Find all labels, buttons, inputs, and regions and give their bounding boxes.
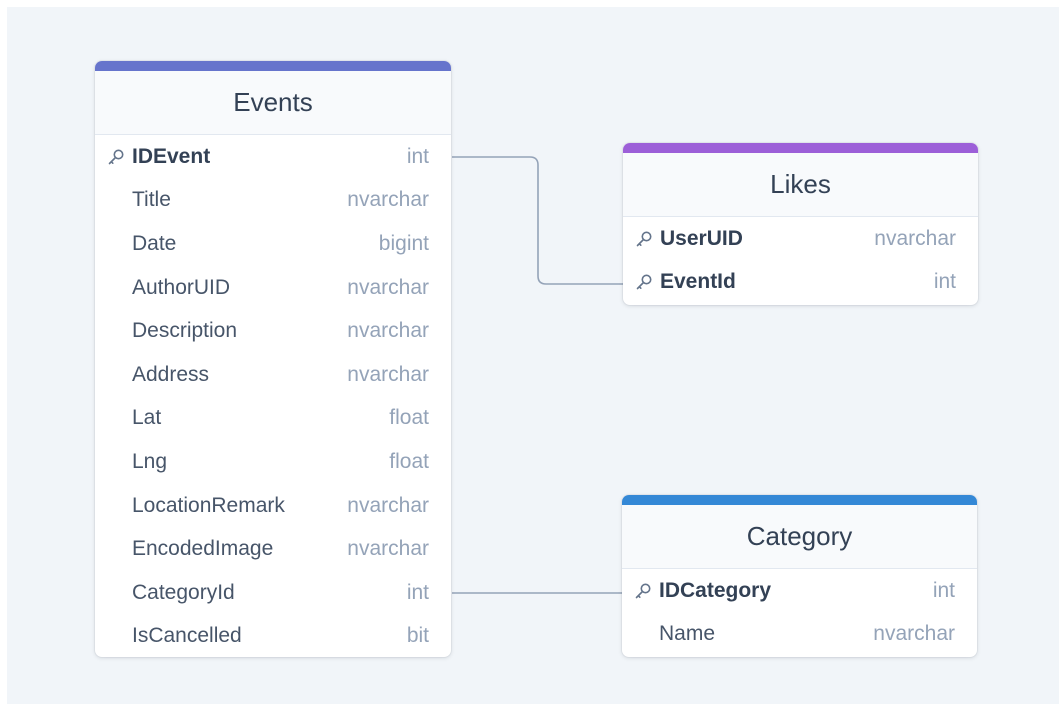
column-type: float [389,406,429,430]
column-name: Date [132,231,177,255]
column-name: AuthorUID [132,275,231,299]
column-row[interactable]: EncodedImage nvarchar [95,527,451,571]
key-icon [635,230,653,248]
column-row[interactable]: UserUID nvarchar [623,217,978,261]
column-type: nvarchar [347,275,429,299]
column-name: Lat [132,406,162,430]
column-type: int [406,580,429,604]
column-name: IDEvent [132,144,211,168]
column-type: nvarchar [347,319,429,343]
table-events[interactable]: Events IDEvent int Title nvarchar Date bigint… [95,61,451,657]
column-name: Description [132,319,238,343]
column-name: UserUID [660,226,743,250]
table-category-title: Category [746,521,853,551]
key-icon [635,273,653,291]
column-type: bigint [378,231,429,255]
column-row[interactable]: Lng float [95,440,451,484]
column-type: nvarchar [347,537,429,561]
column-row[interactable]: IDEvent int [95,135,451,179]
column-type: float [389,449,429,473]
column-name: EventId [660,270,736,294]
column-row[interactable]: IDCategory int [622,569,977,613]
column-name: Address [132,362,210,386]
table-likes-header[interactable]: Likes [623,153,978,217]
table-likes[interactable]: Likes UserUID nvarchar EventId int [623,143,978,305]
key-icon [634,582,652,600]
table-category-header[interactable]: Category [622,505,977,569]
table-events-accent [95,61,451,71]
column-name: EncodedImage [132,537,274,561]
column-row[interactable]: Name nvarchar [622,613,977,657]
table-likes-columns: UserUID nvarchar EventId int [623,217,978,304]
key-icon [107,148,125,166]
column-row[interactable]: CategoryId int [95,571,451,615]
column-row[interactable]: Date bigint [95,222,451,266]
table-category-columns: IDCategory int Name nvarchar [622,569,977,656]
table-events-header[interactable]: Events [95,71,451,135]
column-type: int [933,270,956,294]
column-name: Lng [132,449,168,473]
column-name: Name [659,622,716,646]
column-name: IDCategory [659,578,772,602]
column-row[interactable]: EventId int [623,261,978,305]
table-category[interactable]: Category IDCategory int Name nvarchar [622,495,977,657]
column-row[interactable]: Lat float [95,397,451,441]
column-row[interactable]: Address nvarchar [95,353,451,397]
column-type: nvarchar [874,226,956,250]
column-row[interactable]: LocationRemark nvarchar [95,484,451,528]
column-type: int [932,578,955,602]
column-type: nvarchar [347,493,429,517]
column-name: Title [132,188,171,212]
column-row[interactable]: Description nvarchar [95,309,451,353]
column-type: nvarchar [347,362,429,386]
table-events-title: Events [233,87,313,117]
table-likes-accent [623,143,978,153]
table-events-columns: IDEvent int Title nvarchar Date bigint AuthorU… [95,135,451,657]
column-name: IsCancelled [132,624,242,648]
column-name: CategoryId [132,580,235,604]
column-type: nvarchar [873,622,955,646]
column-name: LocationRemark [132,493,285,517]
table-category-accent [622,495,977,505]
column-type: int [406,144,429,168]
column-type: bit [406,624,429,648]
table-likes-title: Likes [770,169,831,199]
column-type: nvarchar [347,188,429,212]
column-row[interactable]: IsCancelled bit [95,615,451,657]
column-row[interactable]: Title nvarchar [95,179,451,223]
column-row[interactable]: AuthorUID nvarchar [95,266,451,310]
